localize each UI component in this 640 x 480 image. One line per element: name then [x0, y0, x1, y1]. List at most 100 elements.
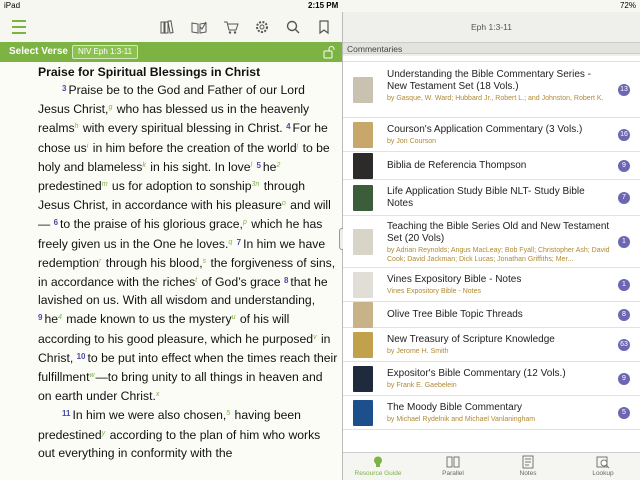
verse-number[interactable]: 7	[237, 238, 241, 247]
footnote-marker[interactable]: p	[243, 219, 247, 226]
footnote-marker[interactable]: u	[232, 314, 236, 321]
footnote-marker[interactable]: l	[251, 162, 253, 169]
reading-plan-icon[interactable]	[190, 18, 208, 36]
footnote-marker[interactable]: o	[282, 200, 286, 207]
passage-paragraph[interactable]: 11 In him we were also chosen,5 having be…	[38, 405, 338, 462]
commentary-item[interactable]: Understanding the Bible Commentary Serie…	[343, 62, 640, 118]
verse-text: made known to us the mystery	[62, 312, 232, 327]
footnote-marker[interactable]: g	[108, 104, 112, 111]
footnote-marker[interactable]: 5	[226, 410, 230, 417]
footnote-marker[interactable]: h	[75, 123, 79, 130]
reader-toolbar	[0, 12, 342, 42]
verse-number[interactable]: 4	[286, 122, 290, 131]
commentary-item[interactable]: Olive Tree Bible Topic Threads 8	[343, 302, 640, 328]
tab-label: Notes	[519, 470, 537, 477]
verse-text: to the praise of his glorious grace,	[60, 217, 243, 232]
passage-heading: Praise for Spiritual Blessings in Christ	[38, 65, 261, 79]
commentary-item[interactable]: The Moody Bible Commentary by Michael Ryd…	[343, 396, 640, 430]
reference-count-badge: 9	[618, 373, 630, 385]
footnote-marker[interactable]: q	[228, 239, 232, 246]
commentary-item[interactable]: Vines Expository Bible - Notes Vines Expo…	[343, 268, 640, 302]
unlock-icon[interactable]	[322, 45, 336, 64]
book-cover	[353, 122, 373, 148]
tab-resource-guide[interactable]: Resource Guide	[343, 455, 413, 477]
verse-number[interactable]: 6	[54, 218, 58, 227]
library-icon[interactable]	[158, 18, 176, 36]
footnote-marker[interactable]: r	[99, 258, 101, 265]
verse-text: with every spiritual blessing in Christ.	[79, 121, 287, 136]
status-bar: iPad 2:15 PM 72%	[0, 0, 640, 12]
gear-icon[interactable]	[253, 18, 271, 36]
panel-title: Eph 1:3-11	[343, 12, 640, 42]
tab-lookup[interactable]: Lookup	[568, 455, 638, 477]
lightbulb-icon	[374, 456, 382, 467]
commentary-item[interactable]: New Treasury of Scripture Knowledge by Je…	[343, 328, 640, 362]
commentary-title: Understanding the Bible Commentary Serie…	[387, 68, 591, 92]
footnote-marker[interactable]: t	[195, 277, 197, 284]
device-label: iPad	[4, 1, 21, 10]
footnote-marker[interactable]: k	[142, 162, 146, 169]
verse-number[interactable]: 11	[62, 409, 70, 418]
footnote-marker[interactable]: 3n	[252, 181, 260, 188]
bottom-tab-bar: Resource Guide Parallel Notes Lookup	[343, 452, 640, 480]
commentary-author: by Jon Courson	[387, 138, 437, 145]
footnote-marker[interactable]: 4	[58, 314, 62, 321]
lookup-icon	[596, 456, 610, 469]
verse-number[interactable]: 3	[62, 84, 66, 93]
book-cover	[353, 302, 373, 328]
verse-number[interactable]: 8	[284, 276, 288, 285]
commentary-item[interactable]: Courson's Application Commentary (3 Vols…	[343, 118, 640, 152]
commentary-author: by Gasque, W. Ward; Hubbard Jr., Robert …	[387, 94, 604, 102]
commentary-author: by Adrian Reynolds; Angus MacLeay; Bob F…	[387, 246, 610, 263]
tab-label: Lookup	[592, 470, 614, 477]
reference-count-badge: 16	[618, 129, 630, 141]
footnote-marker[interactable]: w	[89, 372, 94, 379]
commentary-author: by Michael Rydelnik and Michael Vanlanin…	[387, 416, 536, 423]
footnote-marker[interactable]: x	[156, 391, 160, 398]
passage-paragraph[interactable]: 3 Praise be to the God and Father of our …	[38, 80, 338, 405]
select-verse-button[interactable]: Select Verse	[9, 46, 68, 57]
verse-text: through his blood,	[102, 255, 203, 270]
verse-number[interactable]: 10	[77, 352, 86, 361]
commentary-item[interactable]: Teaching the Bible Series Old and New Te…	[343, 216, 640, 268]
book-cover	[353, 185, 373, 211]
reference-count-badge: 5	[618, 407, 630, 419]
footnote-marker[interactable]: j	[297, 143, 299, 150]
reader-pane: Select Verse NIV Eph 1:3-11 Praise for S…	[0, 12, 342, 480]
footnote-marker[interactable]: 2	[276, 162, 280, 169]
scripture-text[interactable]: Praise for Spiritual Blessings in Christ…	[38, 64, 338, 462]
verse-selector-bar: Select Verse NIV Eph 1:3-11	[0, 42, 342, 62]
tab-label: Resource Guide	[354, 470, 402, 477]
commentary-item[interactable]: Life Application Study Bible NLT- Study …	[343, 180, 640, 216]
reference-count-badge: 7	[618, 192, 630, 204]
search-icon[interactable]	[284, 18, 302, 36]
book-cover	[353, 272, 373, 298]
cart-icon[interactable]	[222, 18, 240, 36]
bookmark-icon[interactable]	[315, 18, 333, 36]
tab-label: Parallel	[442, 470, 464, 477]
commentary-item[interactable]: Biblia de Referencia Thompson 9	[343, 152, 640, 180]
verse-number[interactable]: 9	[38, 313, 42, 322]
commentary-author: Vines Expository Bible - Notes	[387, 288, 482, 295]
commentary-list[interactable]: Understanding the Bible Commentary Serie…	[343, 56, 640, 464]
verse-number[interactable]: 5	[256, 161, 260, 170]
commentary-title: Biblia de Referencia Thompson	[387, 160, 527, 171]
footnote-marker[interactable]: v	[313, 334, 317, 341]
reference-count-badge: 1	[618, 279, 630, 291]
verse-text: predestined	[38, 179, 102, 194]
reference-button[interactable]: NIV Eph 1:3-11	[72, 45, 139, 59]
commentary-item[interactable]: Expositor's Bible Commentary (12 Vols.) b…	[343, 362, 640, 396]
commentary-title: Teaching the Bible Series Old and New Te…	[387, 220, 610, 244]
notes-icon	[522, 455, 534, 469]
section-header: Commentaries	[343, 42, 640, 54]
tab-notes[interactable]: Notes	[493, 455, 563, 477]
footnote-marker[interactable]: m	[102, 181, 108, 188]
verse-text: he	[44, 312, 59, 327]
footnote-marker[interactable]: s	[203, 258, 207, 265]
tab-parallel[interactable]: Parallel	[418, 455, 488, 477]
reference-count-badge: 8	[618, 309, 630, 321]
book-cover	[353, 366, 373, 392]
footnote-marker[interactable]: y	[102, 430, 106, 437]
book-cover	[353, 229, 373, 255]
menu-icon[interactable]	[10, 18, 28, 36]
